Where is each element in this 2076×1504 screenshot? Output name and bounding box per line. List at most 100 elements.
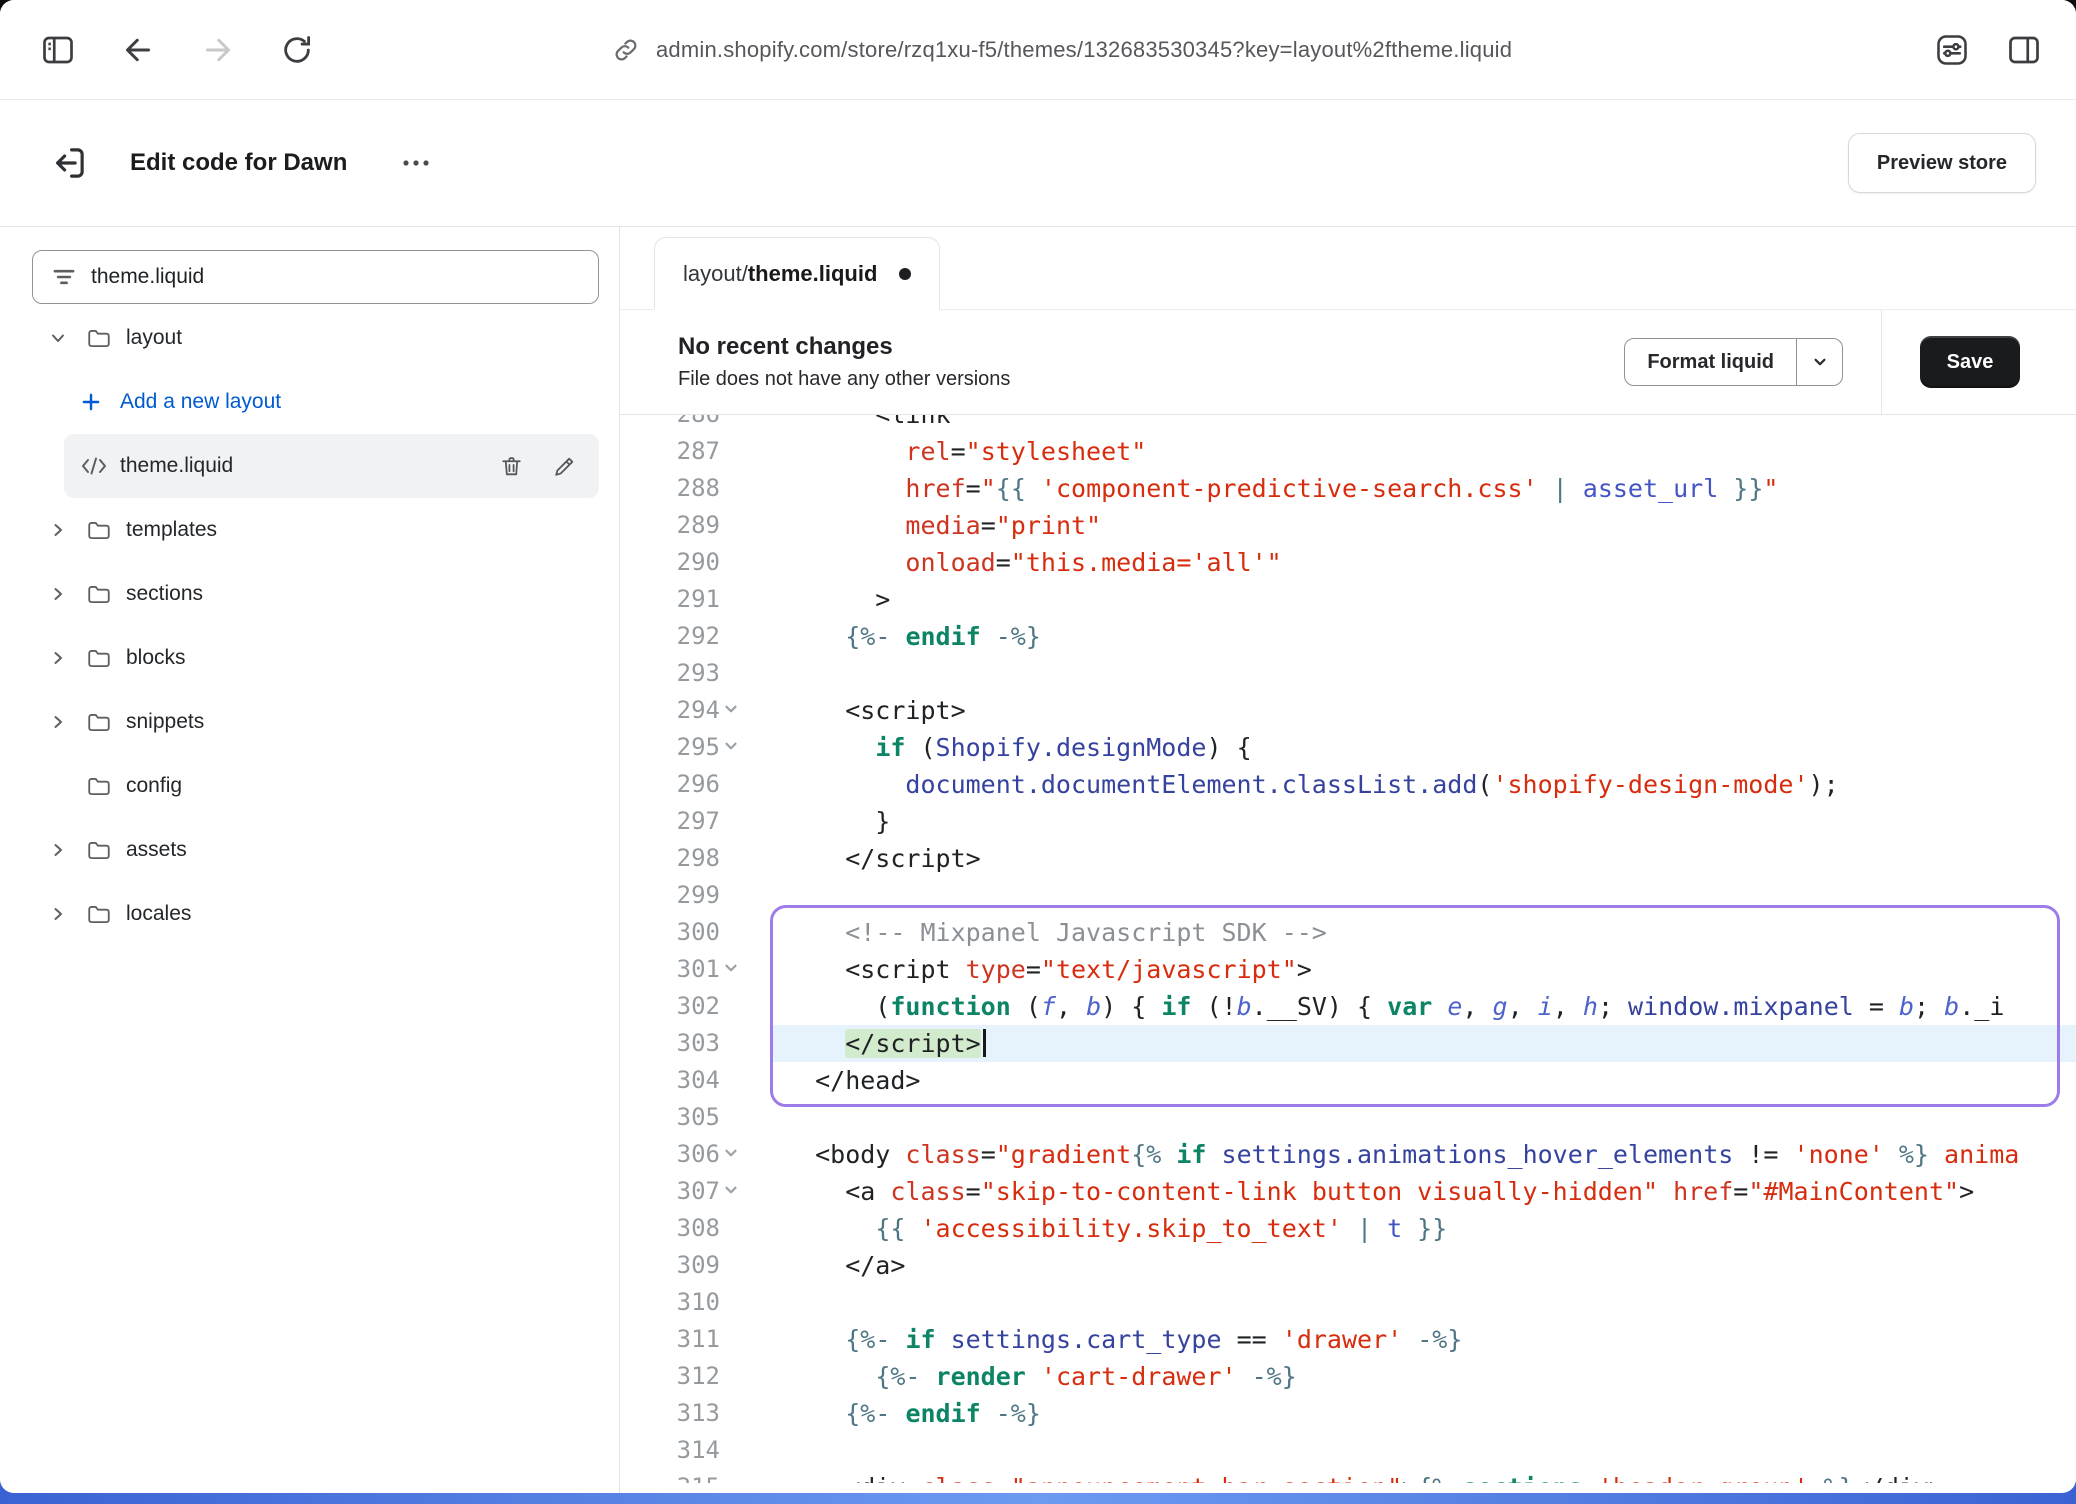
split-view-icon[interactable] xyxy=(2002,28,2046,72)
sidebar-item-layout[interactable]: layout xyxy=(20,306,599,370)
extensions-icon[interactable] xyxy=(1930,28,1974,72)
forward-icon[interactable] xyxy=(196,28,240,72)
code-text: </a> xyxy=(785,1247,905,1284)
browser-window: admin.shopify.com/store/rzq1xu-f5/themes… xyxy=(0,0,2076,1493)
tab-layout-theme-liquid[interactable]: layout/theme.liquid xyxy=(654,237,940,310)
code-line-304[interactable]: 304 </head> xyxy=(620,1062,2076,1099)
code-line-294[interactable]: 294 <script> xyxy=(620,692,2076,729)
code-lines: 286 <link287 rel="stylesheet"288 href="{… xyxy=(620,415,2076,1483)
code-file-icon xyxy=(80,455,118,477)
sidebar-item-blocks[interactable]: blocks xyxy=(20,626,599,690)
chevron-right-icon[interactable] xyxy=(48,712,86,732)
code-editor[interactable]: 286 <link287 rel="stylesheet"288 href="{… xyxy=(620,415,2076,1483)
code-line-287[interactable]: 287 rel="stylesheet" xyxy=(620,433,2076,470)
chevron-right-icon[interactable] xyxy=(48,904,86,924)
fold-toggle-icon[interactable] xyxy=(722,1144,740,1162)
sidebar-item-label: templates xyxy=(126,518,217,542)
line-number: 314 xyxy=(620,1432,720,1469)
code-line-300[interactable]: 300 <!-- Mixpanel Javascript SDK --> xyxy=(620,914,2076,951)
line-number: 315 xyxy=(620,1469,720,1483)
code-line-307[interactable]: 307 <a class="skip-to-content-link butto… xyxy=(620,1173,2076,1210)
chevron-right-icon[interactable] xyxy=(48,584,86,604)
file-search-box[interactable] xyxy=(32,250,599,304)
address-bar[interactable]: admin.shopify.com/store/rzq1xu-f5/themes… xyxy=(612,36,1512,64)
reload-icon[interactable] xyxy=(276,29,318,71)
sidebar-item-locales[interactable]: locales xyxy=(20,882,599,946)
sidebar-item-label: theme.liquid xyxy=(120,454,233,478)
code-text: {%- endif -%} xyxy=(785,1395,1041,1432)
link-icon xyxy=(612,36,640,64)
code-line-297[interactable]: 297 } xyxy=(620,803,2076,840)
sidebar-item-theme-liquid[interactable]: theme.liquid xyxy=(64,434,599,498)
preview-store-button[interactable]: Preview store xyxy=(1848,133,2036,193)
fold-toggle-icon[interactable] xyxy=(722,737,740,755)
sidebar-item-templates[interactable]: templates xyxy=(20,498,599,562)
code-line-289[interactable]: 289 media="print" xyxy=(620,507,2076,544)
line-number: 289 xyxy=(620,507,720,544)
chevron-right-icon[interactable] xyxy=(48,648,86,668)
code-line-312[interactable]: 312 {%- render 'cart-drawer' -%} xyxy=(620,1358,2076,1395)
sidebar-item-sections[interactable]: sections xyxy=(20,562,599,626)
code-line-303[interactable]: 303 </script> xyxy=(620,1025,2076,1062)
sidebar-item-label: Add a new layout xyxy=(120,390,281,414)
line-number: 305 xyxy=(620,1099,720,1136)
code-line-309[interactable]: 309 </a> xyxy=(620,1247,2076,1284)
chevron-down-icon[interactable] xyxy=(48,328,86,348)
exit-code-editor-button[interactable] xyxy=(48,142,90,184)
search-input[interactable] xyxy=(91,265,580,289)
code-line-314[interactable]: 314 xyxy=(620,1432,2076,1469)
code-line-308[interactable]: 308 {{ 'accessibility.skip_to_text' | t … xyxy=(620,1210,2076,1247)
format-liquid-button[interactable]: Format liquid xyxy=(1624,338,1843,386)
code-line-306[interactable]: 306 <body class="gradient{% if settings.… xyxy=(620,1136,2076,1173)
tab-bar: layout/theme.liquid xyxy=(620,227,2076,310)
tab-file-name: theme.liquid xyxy=(748,261,878,287)
code-text: <a class="skip-to-content-link button vi… xyxy=(785,1173,1974,1210)
sidebar-item-label: sections xyxy=(126,582,203,606)
fold-toggle-icon[interactable] xyxy=(722,700,740,718)
line-number: 293 xyxy=(620,655,720,692)
code-text: {%- endif -%} xyxy=(785,618,1041,655)
code-line-310[interactable]: 310 xyxy=(620,1284,2076,1321)
fold-toggle-icon[interactable] xyxy=(722,959,740,977)
save-button[interactable]: Save xyxy=(1920,336,2020,388)
sidebar-item-assets[interactable]: assets xyxy=(20,818,599,882)
code-line-313[interactable]: 313 {%- endif -%} xyxy=(620,1395,2076,1432)
sidebar-item-config[interactable]: config xyxy=(20,754,599,818)
format-dropdown-chevron-icon[interactable] xyxy=(1796,339,1842,385)
rename-file-icon[interactable] xyxy=(552,454,577,479)
code-line-302[interactable]: 302 (function (f, b) { if (!b.__SV) { va… xyxy=(620,988,2076,1025)
code-line-295[interactable]: 295 if (Shopify.designMode) { xyxy=(620,729,2076,766)
delete-file-icon[interactable] xyxy=(499,454,524,479)
line-number: 295 xyxy=(620,729,720,766)
code-line-293[interactable]: 293 xyxy=(620,655,2076,692)
chevron-right-icon[interactable] xyxy=(48,840,86,860)
code-line-298[interactable]: 298 </script> xyxy=(620,840,2076,877)
folder-icon xyxy=(86,325,124,351)
line-number: 310 xyxy=(620,1284,720,1321)
back-icon[interactable] xyxy=(116,28,160,72)
code-line-290[interactable]: 290 onload="this.media='all'" xyxy=(620,544,2076,581)
code-line-288[interactable]: 288 href="{{ 'component-predictive-searc… xyxy=(620,470,2076,507)
code-line-305[interactable]: 305 xyxy=(620,1099,2076,1136)
code-line-311[interactable]: 311 {%- if settings.cart_type == 'drawer… xyxy=(620,1321,2076,1358)
code-line-286[interactable]: 286 <link xyxy=(620,415,2076,433)
code-text: } xyxy=(785,803,890,840)
code-line-291[interactable]: 291 > xyxy=(620,581,2076,618)
code-line-299[interactable]: 299 xyxy=(620,877,2076,914)
code-text: </script> xyxy=(785,840,981,877)
code-line-301[interactable]: 301 <script type="text/javascript"> xyxy=(620,951,2076,988)
code-line-292[interactable]: 292 {%- endif -%} xyxy=(620,618,2076,655)
code-line-315[interactable]: 315 <div class="announcement-bar-section… xyxy=(620,1469,2076,1483)
chevron-right-icon[interactable] xyxy=(48,520,86,540)
sidebar-item-add-a-new-layout[interactable]: Add a new layout xyxy=(64,370,599,434)
plus-icon xyxy=(80,391,118,413)
line-number: 286 xyxy=(620,415,720,433)
fold-toggle-icon[interactable] xyxy=(722,1181,740,1199)
code-line-296[interactable]: 296 document.documentElement.classList.a… xyxy=(620,766,2076,803)
line-number: 311 xyxy=(620,1321,720,1358)
more-options-icon[interactable] xyxy=(391,148,441,178)
sidebar-toggle-icon[interactable] xyxy=(36,28,80,72)
line-number: 308 xyxy=(620,1210,720,1247)
sidebar-item-snippets[interactable]: snippets xyxy=(20,690,599,754)
line-number: 294 xyxy=(620,692,720,729)
